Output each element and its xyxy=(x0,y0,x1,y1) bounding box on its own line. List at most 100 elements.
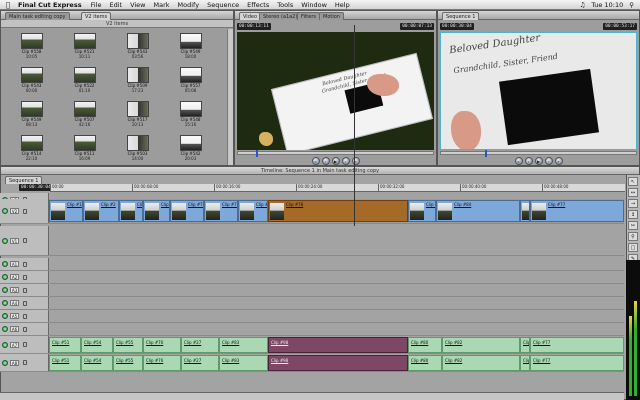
tab-stereo[interactable]: Stereo (a1a2) xyxy=(259,12,302,20)
timeline-audio-clip[interactable]: Clip #77 xyxy=(530,337,624,353)
track-label[interactable]: A1 xyxy=(10,261,19,267)
track-label[interactable]: A6 xyxy=(10,326,19,332)
timeline-audio-clip[interactable]: Clip #75 xyxy=(520,337,530,353)
edit-selection-tool-icon[interactable]: ↔ xyxy=(628,188,638,197)
viewer-duration[interactable]: 00:00:13:11 xyxy=(237,22,271,30)
clip-item[interactable]: Clip #548 15:16 xyxy=(168,101,213,131)
timeline-audio-clip[interactable]: Clip #54 xyxy=(81,355,113,371)
clip-item[interactable]: Clip #507 42:16 xyxy=(62,101,107,131)
timeline-video-clip[interactable]: Clip #75 xyxy=(170,200,204,222)
clip-thumbnail[interactable] xyxy=(20,135,43,151)
timeline-zoom-bar[interactable] xyxy=(0,392,624,400)
clip-thumbnail[interactable] xyxy=(179,101,202,117)
lock-icon[interactable] xyxy=(23,238,27,243)
lock-icon[interactable] xyxy=(23,360,27,365)
timeline-audio-clip[interactable]: Clip #55 xyxy=(113,337,143,353)
canvas-prev-edit-button[interactable]: « xyxy=(514,157,523,165)
next-edit-button[interactable]: » xyxy=(351,157,360,165)
canvas-playhead[interactable] xyxy=(485,150,487,157)
lock-icon[interactable] xyxy=(23,342,27,347)
clip-item[interactable]: Clip #542 20:03 xyxy=(168,135,213,165)
track-label[interactable]: A2 xyxy=(10,274,19,280)
clip-item[interactable]: Clip #522 01:10 xyxy=(62,67,107,97)
menu-mark[interactable]: Mark xyxy=(154,1,170,9)
menu-clock[interactable]: Tue 10:10 xyxy=(591,1,623,9)
timeline-video-clip[interactable]: Clip #83 xyxy=(408,200,436,222)
clip-thumbnail[interactable] xyxy=(73,135,96,151)
canvas-play-around-button[interactable]: › xyxy=(544,157,553,165)
timeline-audio-clip[interactable]: Clip #98 xyxy=(268,337,408,353)
clip-thumbnail[interactable] xyxy=(126,33,149,49)
lock-icon[interactable] xyxy=(23,326,27,332)
menu-effects[interactable]: Effects xyxy=(247,1,269,9)
canvas-next-edit-button[interactable]: » xyxy=(554,157,563,165)
tab-video[interactable]: Video xyxy=(239,12,262,20)
clip-item[interactable]: Clip #511 16:09 xyxy=(62,135,107,165)
timeline-timecode[interactable]: 00:00:30:04 xyxy=(19,184,53,191)
clip-item[interactable]: Clip #503 14:00 xyxy=(115,135,160,165)
menu-view[interactable]: View xyxy=(130,1,145,9)
track-select-tool-icon[interactable]: → xyxy=(628,199,638,208)
track-label[interactable]: A7 xyxy=(10,341,19,348)
tab-filters[interactable]: Filters xyxy=(297,12,320,20)
clip-item[interactable]: Clip #549 18:00 xyxy=(168,33,213,63)
apple-icon[interactable]:  xyxy=(3,1,13,9)
menu-modify[interactable]: Modify xyxy=(178,1,200,9)
play-button[interactable]: ▶ xyxy=(331,157,340,165)
tab-v2-items[interactable]: V2 items xyxy=(81,12,112,20)
audible-icon[interactable] xyxy=(2,300,8,306)
timeline-audio-clip[interactable]: Clip #54 xyxy=(81,337,113,353)
audible-icon[interactable] xyxy=(2,359,8,366)
canvas-timecode[interactable]: 00:00:53:17 xyxy=(603,22,637,30)
clip-thumbnail[interactable] xyxy=(126,135,149,151)
clip-thumbnail[interactable] xyxy=(179,135,202,151)
menu-window[interactable]: Window xyxy=(301,1,327,9)
play-in-out-button[interactable]: ‹ xyxy=(321,157,330,165)
timeline-audio-clip[interactable]: Clip #27 xyxy=(181,355,219,371)
audible-icon[interactable] xyxy=(2,326,8,332)
clip-item[interactable]: Clip #543 00:00 xyxy=(9,67,54,97)
app-menu[interactable]: Final Cut Express xyxy=(18,1,82,9)
menu-edit[interactable]: Edit xyxy=(109,1,122,9)
volume-icon[interactable]: ♫ xyxy=(580,1,586,9)
spotlight-icon[interactable]: ⚲ xyxy=(629,1,634,9)
clip-item[interactable]: Clip #514 22:10 xyxy=(9,135,54,165)
clip-item[interactable]: Clip #549 08:13 xyxy=(9,101,54,131)
canvas-scrubber[interactable] xyxy=(440,150,637,157)
timeline-playhead[interactable] xyxy=(354,25,355,226)
viewer-scrubber[interactable] xyxy=(237,150,434,157)
timeline-video-clip[interactable]: Clip #37 xyxy=(238,200,268,222)
clip-thumbnail[interactable] xyxy=(179,33,202,49)
crop-tool-icon[interactable]: □ xyxy=(628,243,638,252)
visibility-icon[interactable] xyxy=(2,208,8,214)
canvas-play-button[interactable]: ▶ xyxy=(534,157,543,165)
track-label[interactable]: A8 xyxy=(10,359,19,366)
lock-icon[interactable] xyxy=(23,287,27,293)
timeline-audio-clip[interactable]: Clip #75 xyxy=(520,355,530,371)
audible-icon[interactable] xyxy=(2,287,8,293)
timeline-audio-clip[interactable]: Clip #27 xyxy=(181,337,219,353)
lock-icon[interactable] xyxy=(23,274,27,280)
viewer-timecode[interactable]: 00:00:07:13 xyxy=(400,22,434,30)
timeline-audio-clip[interactable]: Clip #51 xyxy=(49,337,81,353)
zoom-tool-icon[interactable]: ⚲ xyxy=(628,232,638,241)
timeline-video-clip[interactable]: Clip #76 xyxy=(204,200,238,222)
timeline-audio-clip[interactable]: Clip #76 xyxy=(143,355,181,371)
tab-main-task[interactable]: Main task editing copy xyxy=(5,12,70,20)
menu-help[interactable]: Help xyxy=(335,1,350,9)
track-label[interactable]: A4 xyxy=(10,300,19,306)
timeline-video-clip[interactable]: Clip #77 xyxy=(530,200,624,222)
audible-icon[interactable] xyxy=(2,341,8,348)
timeline-audio-clip[interactable]: Clip #55 xyxy=(113,355,143,371)
lock-icon[interactable] xyxy=(23,313,27,319)
audible-icon[interactable] xyxy=(2,274,8,280)
track-label[interactable]: A5 xyxy=(10,313,19,319)
timeline-video-clip[interactable]: Clip #2 xyxy=(83,200,119,222)
menu-sequence[interactable]: Sequence xyxy=(207,1,239,9)
menu-file[interactable]: File xyxy=(91,1,102,9)
timeline-video-clip[interactable]: Clip #53 xyxy=(119,200,143,222)
timeline-audio-clip[interactable]: Clip #51 xyxy=(49,355,81,371)
timeline-audio-clip[interactable]: Clip #98 xyxy=(268,355,408,371)
clip-item[interactable]: Clip #543 03:56 xyxy=(115,33,160,63)
clip-thumbnail[interactable] xyxy=(73,101,96,117)
